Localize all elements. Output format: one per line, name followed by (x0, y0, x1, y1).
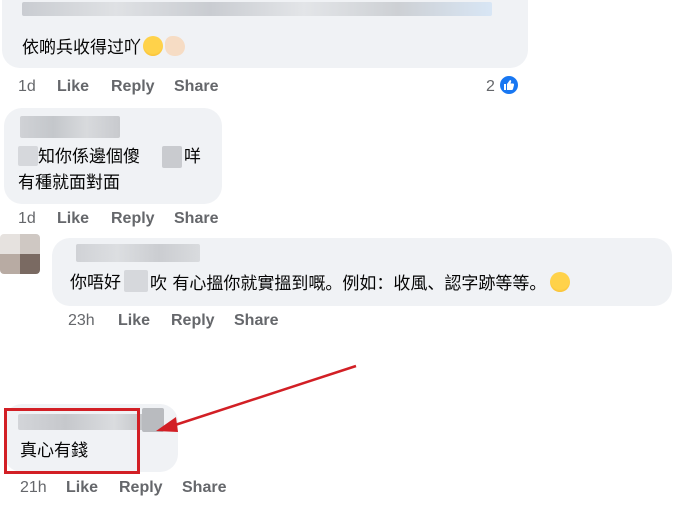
annotation-arrow (156, 364, 357, 432)
